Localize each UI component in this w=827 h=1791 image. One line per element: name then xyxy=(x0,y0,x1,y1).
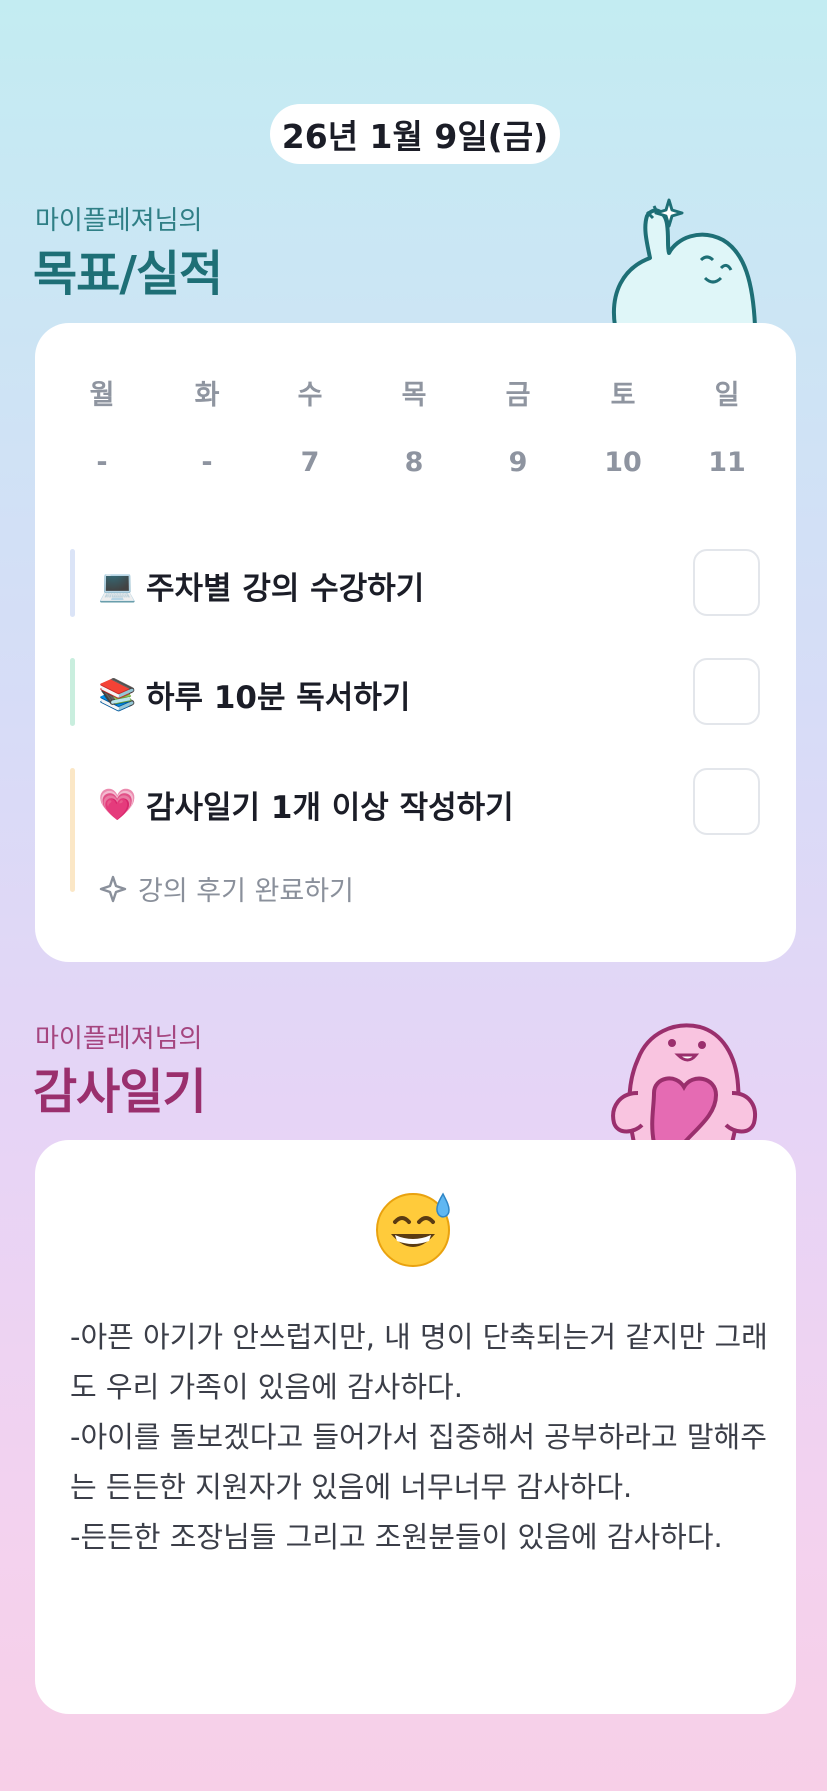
weekday-sun: 일 xyxy=(714,380,740,411)
day-sun[interactable]: 11 xyxy=(687,447,767,478)
goals-title: 목표/실적 xyxy=(33,246,223,302)
goals-subtitle: 마이플레져님의 xyxy=(35,206,203,236)
gratitude-journal-card: -아픈 아기가 안쓰럽지만, 내 명이 단축되는거 같지만 그래도 우리 가족이… xyxy=(35,1140,796,1714)
diary-entry: -아픈 아기가 안쓰럽지만, 내 명이 단축되는거 같지만 그래도 우리 가족이… xyxy=(70,1320,768,1404)
day-wed[interactable]: 7 xyxy=(270,447,350,478)
pink-mascot-illustration xyxy=(611,1023,757,1143)
laptop-icon: 💻 xyxy=(98,568,137,604)
heart-icon: 💗 xyxy=(98,787,137,823)
goal-label-wrapper: 📚 하루 10분 독서하기 xyxy=(98,672,410,717)
weekday-fri: 금 xyxy=(505,380,531,411)
goal-item-reading: 📚 하루 10분 독서하기 xyxy=(70,658,760,726)
diary-entry: -든든한 조장님들 그리고 조원분들이 있음에 감사하다. xyxy=(70,1520,723,1554)
goal-checkbox-reading[interactable] xyxy=(693,658,760,725)
sweat-smile-icon xyxy=(376,1192,450,1267)
day-mon[interactable]: - xyxy=(62,447,142,478)
day-tue[interactable]: - xyxy=(167,447,247,478)
weekday-sat: 토 xyxy=(610,380,636,411)
goal-checkbox-gratitude[interactable] xyxy=(693,768,760,835)
weekday-tue: 화 xyxy=(194,380,220,411)
weekday-mon: 월 xyxy=(89,380,115,411)
goal-label: 하루 10분 독서하기 xyxy=(146,680,411,716)
date-pill[interactable]: 26년 1월 9일(금) xyxy=(270,104,560,164)
goal-accent-bar xyxy=(70,549,75,617)
day-thu[interactable]: 8 xyxy=(374,447,454,478)
date-label: 26년 1월 9일(금) xyxy=(281,117,549,156)
thanks-subtitle: 마이플레져님의 xyxy=(35,1024,203,1054)
goal-label: 감사일기 1개 이상 작성하기 xyxy=(146,790,514,826)
goal-label-wrapper: 💗 감사일기 1개 이상 작성하기 xyxy=(98,782,514,827)
books-icon: 📚 xyxy=(98,677,137,713)
weekday-wed: 수 xyxy=(297,380,323,411)
sub-task-label: 강의 후기 완료하기 xyxy=(138,876,354,907)
day-sat[interactable]: 10 xyxy=(583,447,663,478)
mascot-body xyxy=(612,208,757,328)
weekday-header-row: 월 화 수 목 금 토 일 xyxy=(35,373,796,413)
goal-item-lecture: 💻 주차별 강의 수강하기 xyxy=(70,549,760,617)
thanks-title: 감사일기 xyxy=(33,1064,207,1120)
goals-card: 월 화 수 목 금 토 일 - - 7 8 9 10 11 💻 주차별 강의 수… xyxy=(35,323,796,962)
day-number-row: - - 7 8 9 10 11 xyxy=(35,447,796,487)
weekday-thu: 목 xyxy=(401,380,427,411)
goal-accent-bar xyxy=(70,768,75,892)
goal-item-gratitude: 💗 감사일기 1개 이상 작성하기 강의 후기 완료하기 xyxy=(70,768,760,907)
blue-mascot-illustration xyxy=(612,198,757,328)
goal-label: 주차별 강의 수강하기 xyxy=(146,571,425,607)
sparkle-outline-icon xyxy=(99,875,127,902)
diary-entry: -아이를 돌보겠다고 들어가서 집중해서 공부하라고 말해주는 든든한 지원자가… xyxy=(70,1420,767,1504)
goal-accent-bar xyxy=(70,658,75,726)
sweat-drop xyxy=(436,1192,450,1218)
diary-entries: -아픈 아기가 안쓰럽지만, 내 명이 단축되는거 같지만 그래도 우리 가족이… xyxy=(70,1312,770,1562)
goal-checkbox-lecture[interactable] xyxy=(693,549,760,616)
sub-task-review[interactable]: 강의 후기 완료하기 xyxy=(98,869,354,908)
day-fri[interactable]: 9 xyxy=(478,447,558,478)
mood-emoji[interactable] xyxy=(375,1188,455,1268)
goal-label-wrapper: 💻 주차별 강의 수강하기 xyxy=(98,563,424,608)
